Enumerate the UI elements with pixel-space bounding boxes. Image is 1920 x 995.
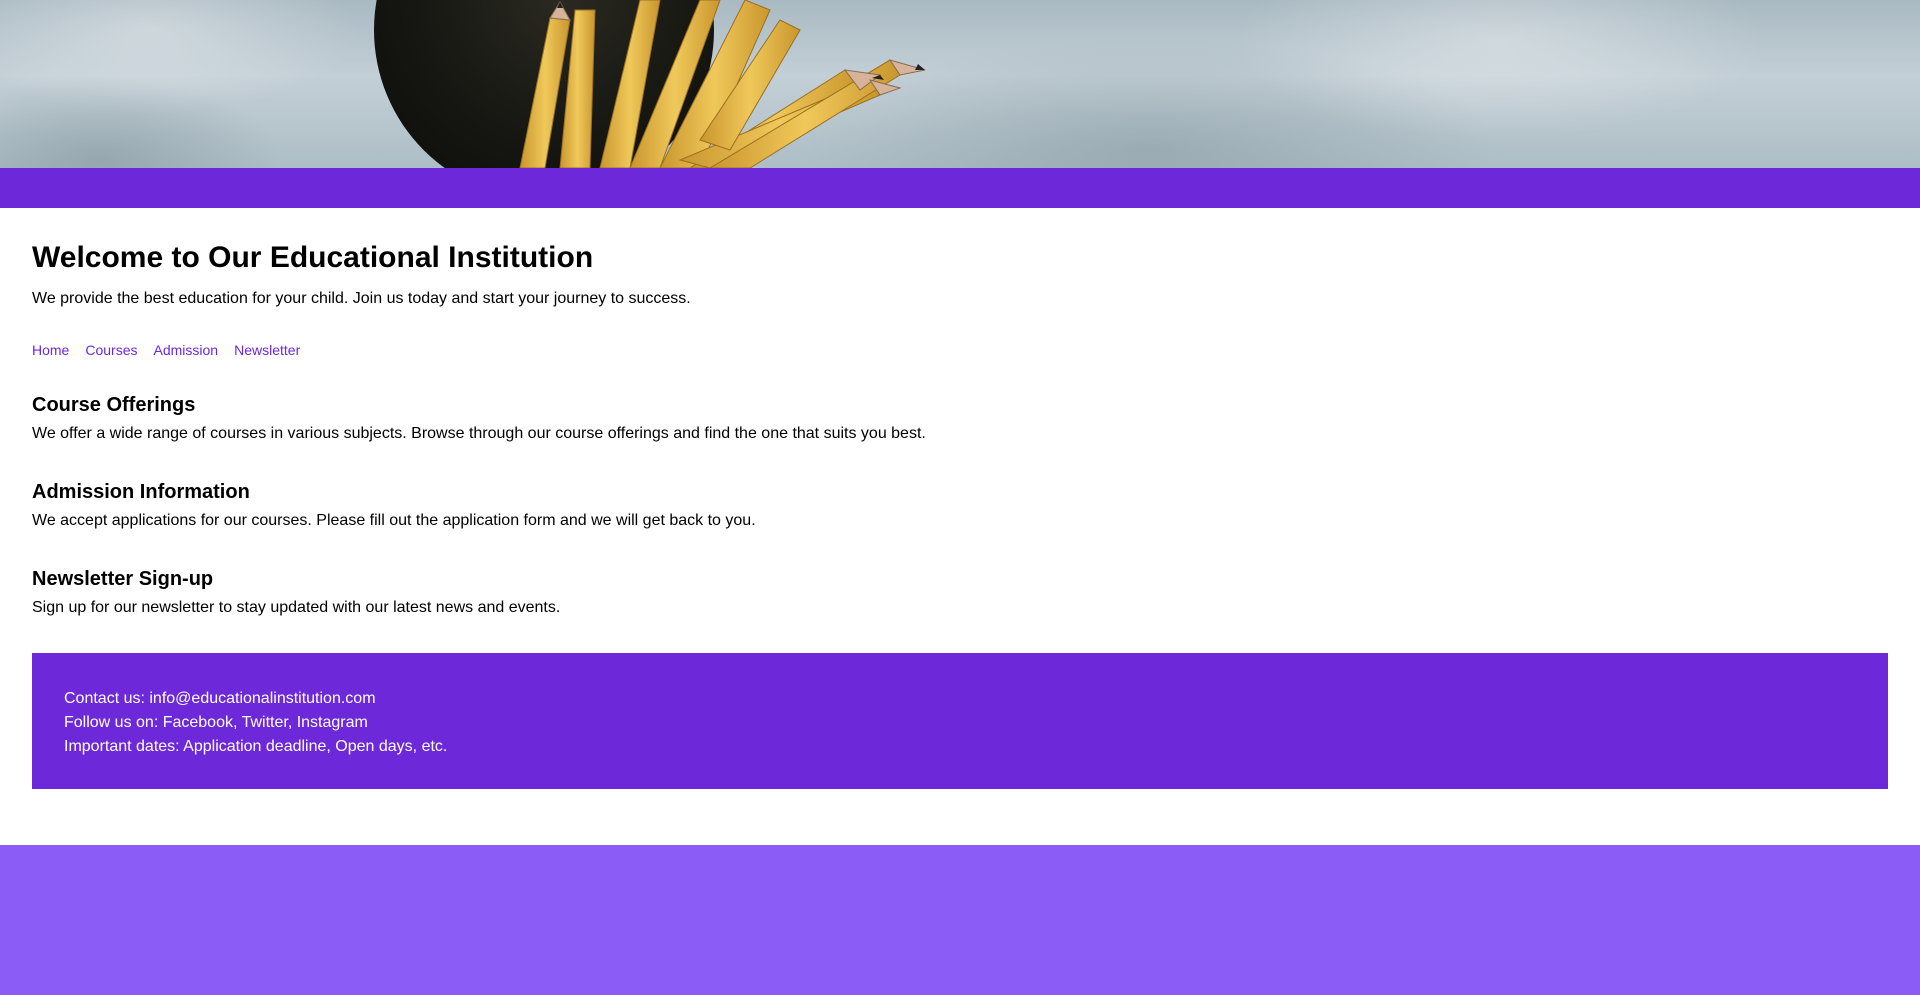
section-admission-information: Admission Information We accept applicat… — [32, 481, 1888, 530]
page-title: Welcome to Our Educational Institution — [32, 241, 594, 274]
main-content: Welcome to Our Educational Institution W… — [0, 208, 1920, 845]
accent-band — [0, 168, 1920, 208]
nav-link-admission[interactable]: Admission — [154, 342, 219, 358]
hero-image — [0, 0, 1920, 168]
section-heading: Course Offerings — [32, 394, 196, 416]
section-text: We accept applications for our courses. … — [32, 512, 756, 529]
section-text: Sign up for our newsletter to stay updat… — [32, 599, 561, 616]
footer-info-box: Contact us: info@educationalinstitution.… — [32, 653, 1888, 789]
pencil-group — [519, 0, 901, 168]
bottom-band — [0, 845, 1920, 995]
section-heading: Admission Information — [32, 481, 250, 503]
section-heading: Newsletter Sign-up — [32, 568, 214, 590]
main-nav: Home Courses Admission Newsletter — [32, 342, 1888, 358]
footer-dates: Important dates: Application deadline, O… — [64, 738, 448, 755]
section-text: We offer a wide range of courses in vari… — [32, 425, 926, 442]
nav-link-home[interactable]: Home — [32, 342, 69, 358]
footer-contact: Contact us: info@educationalinstitution.… — [64, 690, 376, 707]
footer-social: Follow us on: Facebook, Twitter, Instagr… — [64, 714, 368, 731]
section-course-offerings: Course Offerings We offer a wide range o… — [32, 394, 1888, 443]
nav-link-newsletter[interactable]: Newsletter — [234, 342, 300, 358]
section-newsletter-signup: Newsletter Sign-up Sign up for our newsl… — [32, 568, 1888, 617]
pencils-illustration — [519, 0, 926, 168]
intro-text: We provide the best education for your c… — [32, 290, 691, 307]
nav-link-courses[interactable]: Courses — [85, 342, 137, 358]
